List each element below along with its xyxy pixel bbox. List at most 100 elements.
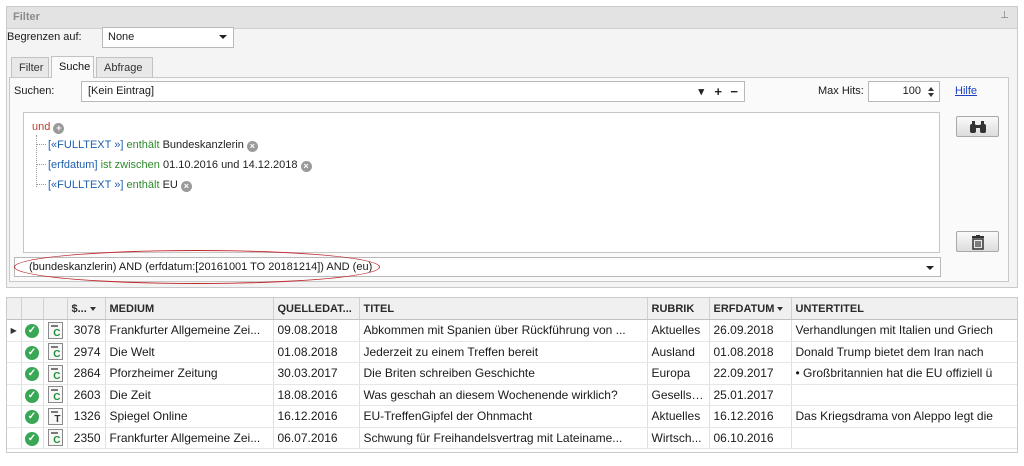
cell-medium[interactable]: Spiegel Online — [105, 405, 274, 428]
cell-rubrik[interactable]: Wirtsch... — [647, 427, 710, 449]
remove-condition-icon[interactable]: × — [300, 161, 312, 172]
cell-medium[interactable]: Frankfurter Allgemeine Zei... — [105, 427, 274, 449]
cell-rubrik[interactable]: Europa — [647, 362, 710, 385]
cell-medium[interactable]: Frankfurter Allgemeine Zei... — [105, 319, 274, 342]
cell-quelledatum[interactable]: 16.12.2016 — [273, 405, 360, 428]
search-button[interactable] — [956, 116, 999, 137]
cell-quelledatum[interactable]: 06.07.2016 — [273, 427, 360, 449]
column-header-erfdatum[interactable]: ERFDATUM — [709, 298, 792, 320]
maxhits-spinner[interactable]: 100 — [868, 81, 940, 102]
add-condition-icon[interactable]: + — [53, 123, 65, 134]
remove-condition-icon[interactable]: × — [246, 141, 258, 152]
table-row[interactable]: ▶ ✓ C 3078 Frankfurter Allgemeine Zei... 09.0… — [7, 319, 1017, 342]
remove-condition-icon[interactable]: × — [180, 181, 192, 192]
cell-erfdatum[interactable]: 16.12.2016 — [709, 405, 792, 428]
column-header-id[interactable]: $... — [67, 298, 106, 320]
cell-erfdatum[interactable]: 01.08.2018 — [709, 341, 792, 363]
table-row[interactable]: ✓ C 2603 Die Zeit 18.08.2016 Was geschah an d… — [7, 384, 1017, 406]
column-header[interactable] — [21, 298, 44, 320]
cell-rubrik[interactable]: Gesellsc... — [647, 384, 710, 406]
cell-titel[interactable]: Schwung für Freihandelsvertrag mit Latei… — [359, 427, 648, 449]
cell-erfdatum[interactable]: 06.10.2016 — [709, 427, 792, 449]
cell-quelledatum[interactable]: 09.08.2018 — [273, 319, 360, 342]
cell-id[interactable]: 3078 — [67, 319, 106, 342]
remove-button[interactable]: − — [730, 84, 738, 99]
help-link[interactable]: Hilfe — [955, 85, 977, 97]
cell-rubrik[interactable]: Aktuelles — [647, 319, 710, 342]
cell-id[interactable]: 2350 — [67, 427, 106, 449]
condition-value[interactable]: EU — [163, 179, 178, 191]
cell-titel[interactable]: Die Briten schreiben Geschichte — [359, 362, 648, 385]
cell-medium[interactable]: Pforzheimer Zeitung — [105, 362, 274, 385]
tab-abfrage[interactable]: Abfrage — [96, 57, 153, 77]
condition-value[interactable]: 01.10.2016 und 14.12.2018 — [163, 159, 298, 171]
cell-untertitel[interactable]: Donald Trump bietet dem Iran nach — [791, 341, 1017, 363]
cell-titel[interactable]: Jederzeit zu einem Treffen bereit — [359, 341, 648, 363]
column-header[interactable] — [7, 298, 22, 320]
document-icon: T — [47, 407, 63, 425]
status-cell: ✓ — [21, 362, 44, 385]
condition-value[interactable]: Bundeskanzlerin — [163, 139, 244, 151]
doctype-cell: C — [43, 319, 68, 342]
search-combo[interactable]: [Kein Eintrag] ▾ + − — [81, 81, 745, 102]
cell-quelledatum[interactable]: 01.08.2018 — [273, 341, 360, 363]
highlight-ellipse — [14, 250, 380, 284]
table-row[interactable]: ✓ T 1326 Spiegel Online 16.12.2016 EU-Treffen… — [7, 405, 1017, 428]
condition-row[interactable]: [«FULLTEXT »] enthält Bundeskanzlerin × — [36, 139, 258, 152]
column-header-rubrik[interactable]: RUBRIK — [647, 298, 710, 320]
cell-quelledatum[interactable]: 30.03.2017 — [273, 362, 360, 385]
cell-untertitel[interactable]: Das Kriegsdrama von Aleppo legt die — [791, 405, 1017, 428]
cell-titel[interactable]: Abkommen mit Spanien über Rückführung vo… — [359, 319, 648, 342]
condition-row[interactable]: [erfdatum] ist zwischen 01.10.2016 und 1… — [36, 159, 312, 172]
cell-untertitel[interactable]: Verhandlungen mit Italien und Griech — [791, 319, 1017, 342]
tree-operator[interactable]: und + — [32, 121, 65, 134]
cell-id[interactable]: 2974 — [67, 341, 106, 363]
condition-field[interactable]: [«FULLTEXT »] — [48, 139, 123, 151]
column-header-medium[interactable]: MEDIUM — [105, 298, 274, 320]
condition-field[interactable]: [erfdatum] — [48, 159, 98, 171]
add-button[interactable]: + — [714, 84, 722, 99]
cell-titel[interactable]: EU-TreffenGipfel der Ohnmacht — [359, 405, 648, 428]
cell-quelledatum[interactable]: 18.08.2016 — [273, 384, 360, 406]
results-grid[interactable]: $... MEDIUM QUELLEDAT... TITEL RUBRIK ER… — [6, 297, 1018, 453]
cell-medium[interactable]: Die Welt — [105, 341, 274, 363]
cell-erfdatum[interactable]: 25.01.2017 — [709, 384, 792, 406]
cell-erfdatum[interactable]: 22.09.2017 — [709, 362, 792, 385]
condition-row[interactable]: [«FULLTEXT »] enthält EU × — [36, 179, 192, 192]
sort-down-icon — [777, 306, 784, 311]
spin-down-icon[interactable] — [928, 93, 934, 97]
cell-rubrik[interactable]: Aktuelles — [647, 405, 710, 428]
cell-rubrik[interactable]: Ausland — [647, 341, 710, 363]
table-row[interactable]: ✓ C 2350 Frankfurter Allgemeine Zei... 06.07… — [7, 427, 1017, 449]
cell-titel[interactable]: Was geschah an diesem Wochenende wirklic… — [359, 384, 648, 406]
cell-untertitel[interactable]: • Großbritannien hat die EU offiziell ü — [791, 362, 1017, 385]
pin-icon[interactable]: ⊥ — [1000, 10, 1009, 21]
row-indicator — [7, 405, 22, 428]
tab-filter[interactable]: Filter — [11, 57, 49, 77]
cell-erfdatum[interactable]: 26.09.2018 — [709, 319, 792, 342]
table-row[interactable]: ✓ C 2974 Die Welt 01.08.2018 Jederzeit zu ein… — [7, 341, 1017, 363]
cell-id[interactable]: 2603 — [67, 384, 106, 406]
spin-up-icon[interactable] — [928, 87, 934, 91]
cell-medium[interactable]: Die Zeit — [105, 384, 274, 406]
cell-id[interactable]: 2864 — [67, 362, 106, 385]
cell-untertitel[interactable] — [791, 427, 1017, 449]
tab-suche[interactable]: Suche — [51, 56, 94, 78]
chevron-down-icon[interactable] — [926, 266, 934, 270]
column-header[interactable] — [43, 298, 68, 320]
condition-operator[interactable]: enthält — [126, 139, 159, 151]
cell-untertitel[interactable] — [791, 384, 1017, 406]
dropdown-button[interactable]: ▾ — [698, 85, 704, 98]
column-header-quelledatum[interactable]: QUELLEDAT... — [273, 298, 360, 320]
limit-select[interactable]: None — [102, 27, 234, 48]
condition-operator[interactable]: enthält — [126, 179, 159, 191]
column-header-titel[interactable]: TITEL — [359, 298, 648, 320]
table-row[interactable]: ✓ C 2864 Pforzheimer Zeitung 30.03.2017 Die B… — [7, 362, 1017, 385]
condition-operator[interactable]: ist zwischen — [101, 159, 160, 171]
cell-id[interactable]: 1326 — [67, 405, 106, 428]
check-icon: ✓ — [25, 324, 39, 339]
condition-tree[interactable]: und + [«FULLTEXT »] enthält Bundeskanzler… — [23, 112, 940, 253]
delete-button[interactable] — [956, 231, 999, 252]
condition-field[interactable]: [«FULLTEXT »] — [48, 179, 123, 191]
column-header-untertitel[interactable]: UNTERTITEL — [791, 298, 1017, 320]
